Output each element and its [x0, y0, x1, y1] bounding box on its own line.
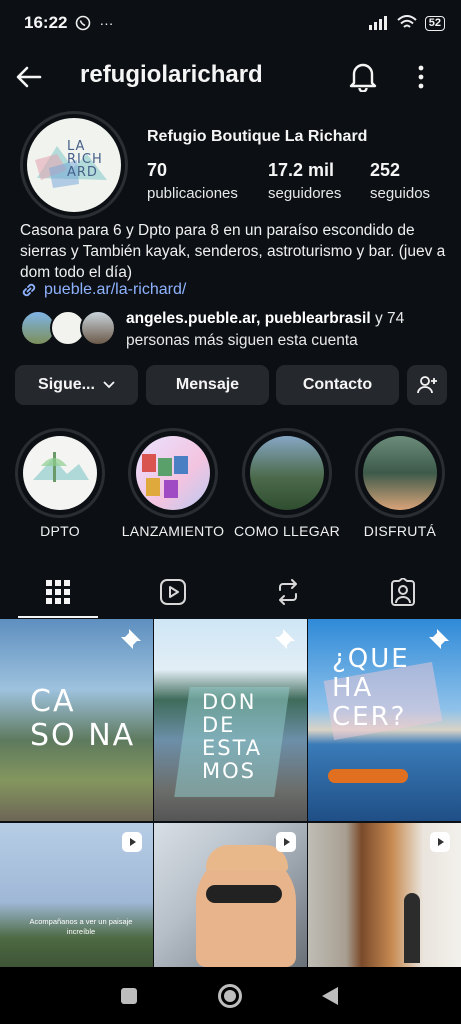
mutual-follower-avatar	[80, 310, 116, 346]
post-overlay-text: DON DE ESTA MOS	[202, 690, 263, 783]
pinned-icon	[275, 629, 295, 649]
tagged-person-icon	[390, 578, 415, 606]
avatar[interactable]: LA RICH ARD	[27, 118, 121, 212]
contact-button[interactable]: Contacto	[276, 365, 399, 405]
system-nav-bar	[0, 967, 461, 1024]
highlight-dpto[interactable]: DPTO	[15, 428, 105, 539]
following-count: 252	[370, 160, 401, 180]
profile-link[interactable]: pueble.ar/la-richard/	[20, 281, 186, 299]
back-arrow-icon[interactable]	[14, 62, 44, 92]
whatsapp-icon	[76, 15, 91, 31]
add-person-icon	[417, 376, 437, 394]
sunglasses-shape	[206, 885, 282, 903]
tab-tagged[interactable]	[345, 566, 460, 618]
suggest-people-button[interactable]	[407, 365, 447, 405]
profile-tabs	[0, 566, 461, 618]
followers-label: seguidores	[268, 185, 342, 202]
kayak-shape	[328, 769, 408, 783]
mutual-followers[interactable]: angeles.pueble.ar, pueblearbrasil y 74 p…	[20, 308, 450, 352]
grid-post[interactable]: DON DE ESTA MOS	[154, 619, 307, 821]
chevron-down-icon	[103, 381, 115, 389]
status-bar: 16:22 ··· 52	[0, 0, 461, 46]
message-button[interactable]: Mensaje	[146, 365, 269, 405]
reels-icon	[159, 579, 186, 605]
highlight-como-llegar[interactable]: COMO LLEGAR	[234, 428, 340, 539]
grid-post[interactable]: Acompañanos a ver un paisaje increíble	[0, 823, 153, 967]
tab-grid[interactable]	[0, 566, 115, 618]
reel-icon	[276, 832, 296, 852]
grid-post[interactable]	[308, 823, 461, 967]
highlight-cover-image	[136, 436, 210, 510]
tab-reels[interactable]	[115, 566, 230, 618]
profile-bio: Casona para 6 y Dpto para 8 en un paraís…	[20, 222, 446, 281]
highlight-cover-image	[23, 436, 97, 510]
back-icon[interactable]	[320, 985, 340, 1007]
highlight-ring	[355, 428, 445, 518]
avatar-logo-text: LA RICH ARD	[67, 139, 103, 180]
more-options-icon[interactable]	[410, 62, 432, 92]
pinned-icon	[121, 629, 141, 649]
reel-icon	[122, 832, 142, 852]
mutual-followers-text: angeles.pueble.ar, pueblearbrasil y 74 p…	[126, 308, 446, 352]
post-caption-text: Acompañanos a ver un paisaje increíble	[29, 917, 133, 936]
home-icon[interactable]	[217, 983, 243, 1009]
notifications-bell-icon[interactable]	[348, 60, 378, 92]
followers-stat[interactable]: 17.2 mil seguidores	[268, 160, 341, 202]
clock: 16:22	[24, 13, 68, 32]
profile-header: refugiolarichard	[0, 50, 461, 104]
signal-icon	[368, 16, 387, 30]
mutual-followers-names[interactable]: angeles.pueble.ar, pueblearbrasil	[126, 310, 371, 327]
grid-icon	[45, 580, 70, 604]
person-shape	[404, 893, 420, 963]
highlight-cover-image	[250, 436, 324, 510]
repost-icon	[278, 579, 297, 605]
link-icon	[22, 283, 36, 297]
active-tab-indicator	[18, 616, 98, 618]
reel-icon	[430, 832, 450, 852]
post-overlay-text: ¿QUE HA CER?	[332, 644, 410, 732]
pinned-icon	[429, 629, 449, 649]
following-stat[interactable]: 252 seguidos	[370, 160, 430, 202]
highlight-disfruta[interactable]: DISFRUTÁ	[355, 428, 445, 539]
display-name: Refugio Boutique La Richard	[147, 128, 368, 145]
highlight-ring	[128, 428, 218, 518]
profile-link-text[interactable]: pueble.ar/la-richard/	[44, 281, 186, 299]
posts-grid: CA SO NA DON DE ESTA MOS ¿QUE HA CER? Ac…	[0, 619, 461, 967]
highlight-ring	[15, 428, 105, 518]
posts-count: 70	[147, 160, 168, 180]
following-button-label: Sigue...	[38, 376, 95, 393]
recent-apps-icon[interactable]	[120, 987, 138, 1005]
following-button[interactable]: Sigue...	[15, 365, 138, 405]
highlight-label: DISFRUTÁ	[363, 523, 437, 539]
followers-count: 17.2 mil	[268, 160, 335, 180]
wifi-icon	[397, 15, 417, 28]
posts-stat[interactable]: 70 publicaciones	[147, 160, 238, 202]
tab-reposts[interactable]	[230, 566, 345, 618]
more-notifications-icon: ···	[99, 15, 114, 31]
grid-post[interactable]: CA SO NA	[0, 619, 153, 821]
highlight-ring	[242, 428, 332, 518]
post-overlay-text: CA SO NA	[30, 684, 136, 753]
following-label: seguidos	[370, 185, 431, 202]
grid-post[interactable]	[154, 823, 307, 967]
battery-indicator: 52	[424, 15, 445, 31]
contact-button-label: Contacto	[302, 376, 373, 393]
posts-label: publicaciones	[147, 185, 238, 202]
mutual-followers-avatars	[20, 310, 120, 346]
highlight-cover-image	[363, 436, 437, 510]
highlight-lanzamiento[interactable]: LANZAMIENTO	[122, 428, 224, 539]
message-button-label: Mensaje	[175, 376, 240, 393]
grid-post[interactable]: ¿QUE HA CER?	[308, 619, 461, 821]
profile-username: refugiolarichard	[80, 61, 263, 88]
